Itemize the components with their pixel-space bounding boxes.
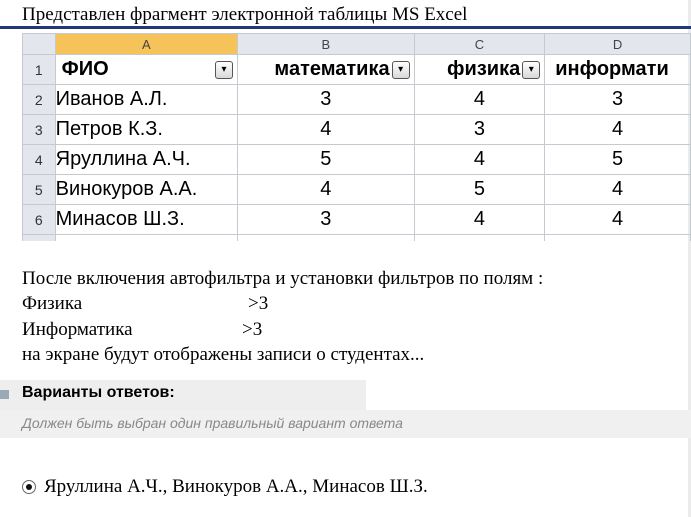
cell-physics[interactable]: 4 bbox=[413, 144, 546, 175]
table-row: 2 Иванов А.Л. 3 4 3 bbox=[22, 84, 691, 115]
cell-empty[interactable] bbox=[237, 234, 415, 241]
spreadsheet-top-border bbox=[0, 26, 691, 29]
question-intro: Представлен фрагмент электронной таблицы… bbox=[22, 4, 468, 25]
row-number[interactable]: 3 bbox=[22, 114, 56, 145]
filter-field: Информатика bbox=[22, 319, 133, 340]
row-number[interactable]: 4 bbox=[22, 144, 56, 175]
answers-header: Варианты ответов: bbox=[0, 380, 366, 410]
cell-informatics[interactable]: 4 bbox=[544, 174, 691, 205]
column-header-d[interactable]: D bbox=[544, 33, 691, 55]
table-header-row: 1 ФИО ▾ математика ▾ физика ▾ информати bbox=[22, 54, 691, 85]
header-cell-informatics[interactable]: информати bbox=[544, 54, 691, 85]
section-marker-icon bbox=[0, 390, 9, 399]
cell-physics[interactable]: 5 bbox=[413, 174, 546, 205]
cell-math[interactable]: 3 bbox=[237, 204, 415, 235]
radio-selected-icon[interactable] bbox=[22, 480, 36, 494]
question-tail: на экране будут отображены записи о студ… bbox=[22, 344, 425, 365]
autofilter-dropdown-icon[interactable]: ▾ bbox=[215, 60, 234, 79]
cell-name[interactable]: Петров К.З. bbox=[54, 114, 239, 145]
cell-informatics[interactable]: 3 bbox=[544, 84, 691, 115]
answers-hint: Должен быть выбран один правильный вариа… bbox=[22, 415, 403, 431]
cell-informatics[interactable]: 4 bbox=[544, 204, 691, 235]
header-cell-fio[interactable]: ФИО ▾ bbox=[54, 54, 239, 85]
cell-empty[interactable] bbox=[413, 234, 546, 241]
row-number[interactable]: 2 bbox=[22, 84, 56, 115]
column-header-c[interactable]: C bbox=[413, 33, 546, 55]
row-number[interactable]: 5 bbox=[22, 174, 56, 205]
column-header-b[interactable]: B bbox=[237, 33, 415, 55]
cell-physics[interactable]: 4 bbox=[413, 204, 546, 235]
answer-option-label[interactable]: Яруллина А.Ч., Винокуров А.А., Минасов Ш… bbox=[44, 476, 428, 498]
header-cell-math[interactable]: математика ▾ bbox=[237, 54, 415, 85]
filter-line-informatics: Информатика >3 bbox=[22, 318, 262, 342]
filter-field: Физика bbox=[22, 293, 83, 314]
answers-title: Варианты ответов: bbox=[22, 384, 175, 401]
header-cell-physics[interactable]: физика ▾ bbox=[413, 54, 546, 85]
table-row: 6 Минасов Ш.З. 3 4 4 bbox=[22, 204, 691, 235]
cell-math[interactable]: 4 bbox=[237, 114, 415, 145]
cell-empty[interactable] bbox=[544, 234, 691, 241]
header-label-physics: физика bbox=[447, 58, 521, 80]
cell-informatics[interactable]: 4 bbox=[544, 114, 691, 145]
autofilter-dropdown-icon[interactable]: ▾ bbox=[522, 60, 541, 79]
cell-name[interactable]: Яруллина А.Ч. bbox=[54, 144, 239, 175]
row-number[interactable]: 6 bbox=[22, 204, 56, 235]
cell-name[interactable]: Иванов А.Л. bbox=[54, 84, 239, 115]
cell-empty[interactable] bbox=[54, 234, 239, 241]
header-label-math: математика bbox=[274, 58, 390, 80]
cell-math[interactable]: 4 bbox=[237, 174, 415, 205]
table-row: 3 Петров К.З. 4 3 4 bbox=[22, 114, 691, 145]
answer-option[interactable]: Яруллина А.Ч., Винокуров А.А., Минасов Ш… bbox=[22, 476, 428, 498]
row-number[interactable]: 1 bbox=[22, 54, 56, 85]
question-after-table: После включения автофильтра и установки … bbox=[22, 268, 544, 289]
cell-physics[interactable]: 4 bbox=[413, 84, 546, 115]
header-label-informatics: информати bbox=[555, 58, 669, 80]
cell-math[interactable]: 5 bbox=[237, 144, 415, 175]
autofilter-dropdown-icon[interactable]: ▾ bbox=[391, 60, 410, 79]
answers-hint-bar: Должен быть выбран один правильный вариа… bbox=[0, 410, 691, 438]
table-row: 5 Винокуров А.А. 4 5 4 bbox=[22, 174, 691, 205]
row-number[interactable]: 7 bbox=[22, 234, 56, 241]
filter-condition: >3 bbox=[242, 319, 263, 340]
radio-dot bbox=[26, 484, 32, 490]
header-label-fio: ФИО bbox=[61, 58, 109, 80]
spreadsheet-fragment: A B C D 1 ФИО ▾ математика ▾ физика ▾ ин… bbox=[22, 33, 691, 241]
select-all-corner[interactable] bbox=[22, 33, 56, 55]
cell-name[interactable]: Минасов Ш.З. bbox=[54, 204, 239, 235]
table-row-partial: 7 bbox=[22, 234, 691, 241]
filter-line-physics: Физика >3 bbox=[22, 292, 268, 316]
answers-section: Варианты ответов: Должен быть выбран оди… bbox=[0, 380, 691, 440]
cell-physics[interactable]: 3 bbox=[413, 114, 546, 145]
column-header-row: A B C D bbox=[22, 33, 691, 55]
cell-math[interactable]: 3 bbox=[237, 84, 415, 115]
table-row: 4 Яруллина А.Ч. 5 4 5 bbox=[22, 144, 691, 175]
cell-name[interactable]: Винокуров А.А. bbox=[54, 174, 239, 205]
cell-informatics[interactable]: 5 bbox=[544, 144, 691, 175]
filter-condition: >3 bbox=[248, 293, 269, 314]
column-header-a[interactable]: A bbox=[54, 33, 239, 55]
